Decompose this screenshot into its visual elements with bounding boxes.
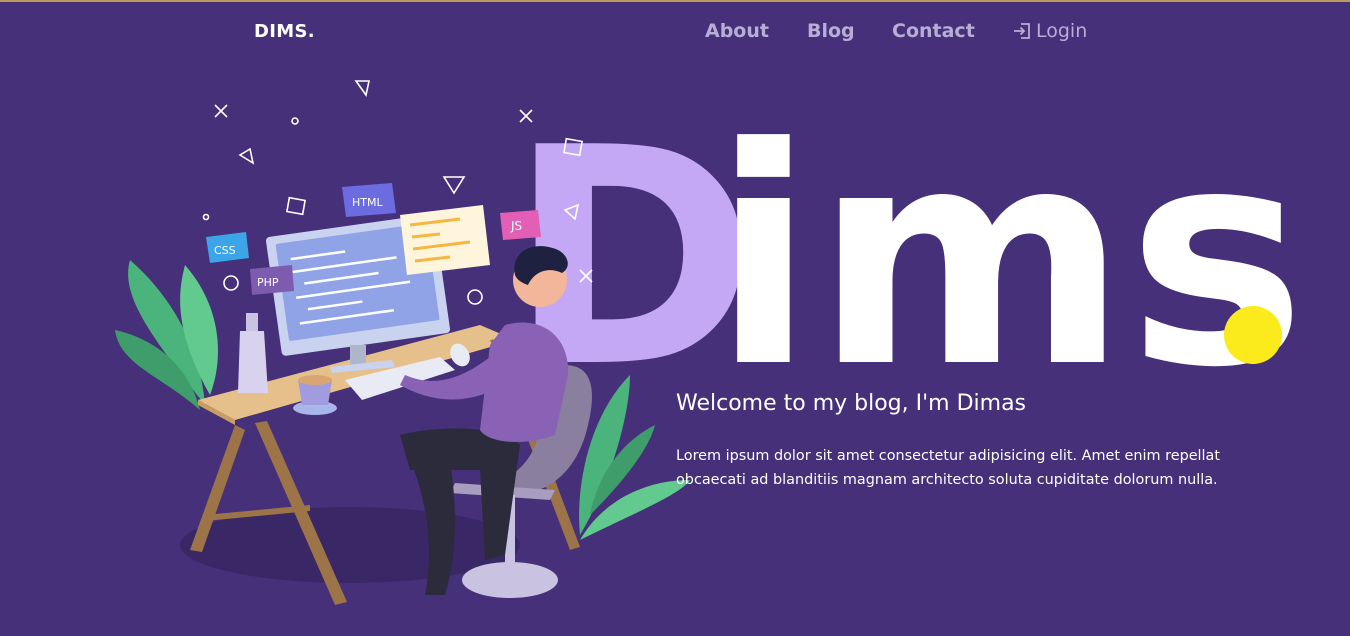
- nav-link-contact[interactable]: Contact: [892, 20, 975, 42]
- nav-link-login[interactable]: Login: [1012, 20, 1087, 42]
- wordmark-rest: ims: [712, 84, 1306, 433]
- tag-css: CSS: [206, 232, 249, 263]
- tag-html: HTML: [342, 183, 396, 217]
- bottle-icon: [238, 313, 268, 393]
- wordmark-dot: [1224, 306, 1282, 364]
- svg-text:HTML: HTML: [352, 196, 383, 209]
- hero-description: Lorem ipsum dolor sit amet consectetur a…: [676, 448, 1221, 489]
- top-accent-line: [0, 0, 1350, 2]
- svg-text:CSS: CSS: [214, 244, 236, 257]
- login-label: Login: [1036, 20, 1088, 42]
- nav-link-about[interactable]: About: [705, 20, 769, 42]
- nav-link-blog[interactable]: Blog: [807, 20, 855, 42]
- developer-at-desk-illustration: HTML CSS PHP JS: [115, 80, 690, 605]
- welcome-heading: Welcome to my blog, I'm Dimas: [676, 391, 1027, 416]
- svg-text:PHP: PHP: [257, 276, 279, 289]
- tag-js: JS: [500, 210, 541, 240]
- code-card-icon: [400, 205, 490, 275]
- svg-text:JS: JS: [510, 219, 522, 233]
- tag-php: PHP: [250, 265, 294, 295]
- main-nav: About Blog Contact Login: [0, 20, 1350, 50]
- plant-left-icon: [115, 260, 218, 410]
- plant-right-icon: [579, 375, 690, 540]
- login-icon: [1014, 23, 1030, 39]
